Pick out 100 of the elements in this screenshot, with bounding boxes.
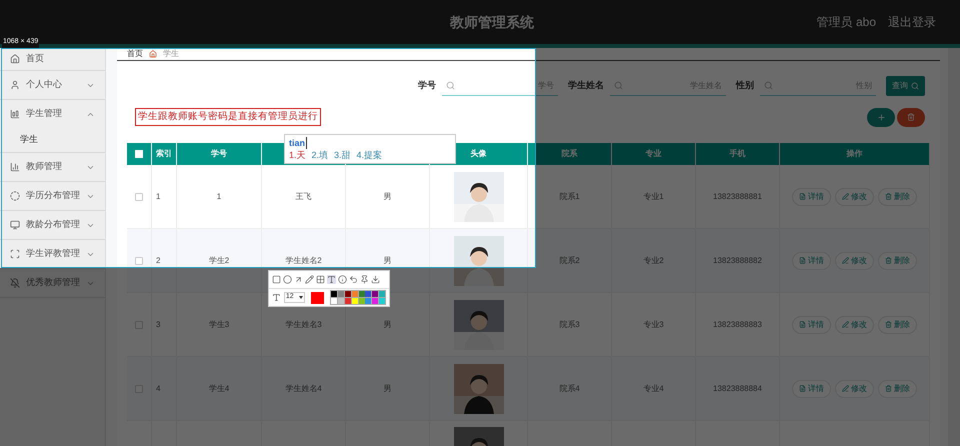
ime-candidate[interactable]: 3.甜 — [334, 149, 351, 161]
color-swatch[interactable] — [331, 298, 338, 304]
color-swatch[interactable] — [331, 291, 338, 297]
scan-icon — [10, 249, 20, 259]
row-action-button[interactable]: 删除 — [878, 316, 917, 334]
sidebar-item[interactable]: 学生评教管理 — [0, 240, 105, 268]
sidebar-item[interactable]: 教师管理 — [0, 153, 105, 181]
pen-icon — [842, 257, 849, 264]
table-cell: 男 — [384, 190, 392, 202]
delete-button[interactable] — [897, 108, 925, 126]
color-swatch[interactable] — [372, 291, 378, 297]
field-label: 学号 — [418, 79, 436, 92]
checkbox[interactable] — [135, 256, 143, 264]
bar-chart-icon — [10, 109, 20, 119]
sidebar-item[interactable]: 首页 — [0, 48, 105, 70]
checkbox[interactable] — [135, 192, 143, 200]
font-size-icon — [272, 293, 281, 302]
sidebar-subitem[interactable]: 学生 — [0, 128, 105, 152]
plus-icon — [876, 112, 886, 122]
table-cell: 1 — [216, 190, 222, 202]
table-cell: 男 — [384, 382, 392, 394]
row-action-button[interactable]: 详情 — [792, 380, 831, 398]
color-swatch[interactable] — [352, 298, 358, 304]
circle-icon[interactable] — [283, 275, 292, 284]
sidebar-item[interactable]: 教龄分布管理 — [0, 211, 105, 239]
table-cell: 学生4 — [208, 382, 230, 394]
table-cell: 13823888881 — [713, 190, 762, 202]
table-cell: 3 — [156, 318, 160, 330]
row-action-button[interactable]: 详情 — [792, 316, 831, 334]
ime-candidate[interactable]: 2.填 — [312, 149, 328, 161]
row-action-button[interactable]: 删除 — [878, 252, 917, 270]
annotation-text-box[interactable]: 学生跟教师账号密码是直接有管理员进行 — [135, 108, 321, 126]
row-action-button[interactable]: 删除 — [878, 380, 917, 398]
dashed-circle-icon — [10, 191, 20, 201]
column-header: 索引 — [156, 148, 172, 160]
breadcrumb-current: 学生 — [163, 48, 179, 60]
document-icon — [799, 193, 806, 200]
undo-icon[interactable] — [349, 275, 358, 284]
bell-off-icon — [10, 278, 20, 288]
home-icon — [10, 54, 20, 64]
pencil-icon[interactable] — [305, 275, 314, 284]
table-cell: 学生姓名4 — [285, 382, 322, 394]
ime-candidate[interactable]: 1.天 — [289, 149, 306, 161]
color-swatch[interactable] — [358, 291, 365, 297]
mosaic-icon[interactable] — [316, 275, 325, 284]
column-header: 专业 — [646, 148, 662, 160]
color-swatch[interactable] — [379, 298, 386, 304]
arrow-icon[interactable] — [294, 275, 303, 284]
row-action-button[interactable]: 删除 — [878, 188, 917, 206]
color-swatch[interactable] — [372, 298, 378, 304]
pin-icon[interactable] — [360, 275, 369, 284]
sidebar-item[interactable]: 学生管理 — [0, 100, 105, 128]
color-swatch[interactable] — [352, 291, 358, 297]
table-cell: 院系3 — [559, 318, 580, 330]
ime-candidate[interactable]: 4.提案 — [356, 149, 382, 161]
color-swatch[interactable] — [344, 291, 351, 297]
color-swatch[interactable] — [338, 298, 344, 304]
document-icon — [799, 385, 806, 392]
row-action-button[interactable]: 修改 — [835, 316, 874, 334]
table-cell: 学生3 — [208, 318, 230, 330]
search-icon — [614, 81, 623, 90]
logout-link[interactable]: 退出登录 — [888, 13, 936, 31]
pen-icon — [842, 321, 849, 328]
color-swatch[interactable] — [344, 298, 351, 304]
info-icon[interactable] — [338, 275, 347, 284]
color-swatch[interactable] — [365, 291, 372, 297]
table-cell: 专业3 — [643, 318, 664, 330]
row-action-button[interactable]: 修改 — [835, 380, 874, 398]
table-cell: 王飞 — [296, 190, 312, 202]
table-cell: 男 — [384, 318, 392, 330]
text-icon[interactable] — [327, 275, 336, 284]
color-swatch[interactable] — [365, 298, 372, 304]
breadcrumb-link[interactable]: 首页 — [127, 48, 143, 60]
column-header: 手机 — [730, 148, 746, 160]
color-swatch[interactable] — [338, 291, 344, 297]
document-icon — [799, 257, 806, 264]
sidebar-item[interactable]: 优秀教师管理 — [0, 269, 105, 297]
document-icon — [799, 321, 806, 328]
row-action-button[interactable]: 详情 — [792, 188, 831, 206]
pen-icon — [842, 193, 849, 200]
query-button[interactable]: 查询 — [886, 76, 925, 96]
table-cell: 13823888883 — [713, 318, 762, 330]
sidebar-item[interactable]: 学历分布管理 — [0, 182, 105, 210]
row-action-button[interactable]: 修改 — [835, 252, 874, 270]
sidebar-item[interactable]: 个人中心 — [0, 71, 105, 99]
row-action-button[interactable]: 详情 — [792, 252, 831, 270]
table-cell: 院系1 — [559, 190, 580, 202]
table-cell: 院系2 — [559, 254, 580, 266]
current-color-swatch[interactable] — [311, 292, 324, 304]
rectangle-icon[interactable] — [272, 275, 281, 284]
color-swatch[interactable] — [358, 298, 365, 304]
color-swatch[interactable] — [379, 291, 386, 297]
table-cell: 4 — [156, 382, 160, 394]
trash-icon — [907, 113, 915, 121]
table-cell: 2 — [156, 254, 160, 266]
trash-icon — [885, 385, 892, 392]
download-icon[interactable] — [371, 275, 380, 284]
capture-selection[interactable] — [1, 48, 536, 268]
add-button[interactable] — [867, 108, 895, 126]
row-action-button[interactable]: 修改 — [835, 188, 874, 206]
